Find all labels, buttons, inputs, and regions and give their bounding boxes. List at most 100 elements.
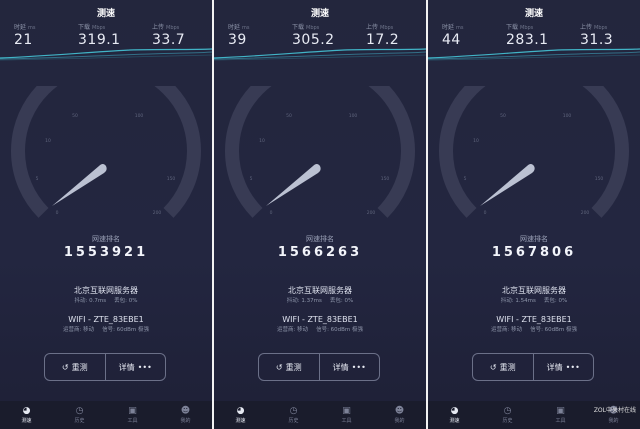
wifi-name: WIFI - ZTE_83EBE1: [496, 315, 572, 324]
gauge-tick: 150: [595, 176, 604, 182]
metric-label: 下载: [292, 24, 305, 31]
tab-label: 测速: [449, 418, 460, 424]
tab-label: 我的: [180, 418, 191, 424]
server-stats: 抖动: 0.7ms 丢包: 0%: [0, 296, 212, 304]
gauge-tick: 50: [72, 113, 78, 119]
packet-loss-value: 丢包: 0%: [114, 298, 138, 304]
tab-label: 我的: [608, 418, 619, 424]
gauge-tick: 50: [500, 113, 506, 119]
operator-value: 运营商: 移动: [490, 327, 523, 333]
refresh-icon: ↺: [275, 362, 283, 372]
jitter-value: 抖动: 0.7ms: [74, 298, 107, 304]
speed-gauge: 0 5 10 50 100 150 200: [11, 86, 201, 218]
metric-label: 下载: [78, 24, 91, 31]
operator-value: 运营商: 移动: [276, 327, 309, 333]
gauge-tick: 150: [381, 176, 390, 182]
retest-button[interactable]: ↺ 重测: [473, 354, 533, 380]
details-button[interactable]: 详情 •••: [318, 354, 380, 380]
gauge-tick: 5: [464, 176, 467, 182]
tab-history[interactable]: ◷ 历史: [53, 401, 106, 429]
signal-value: 信号: 60dBm 极强: [102, 327, 150, 333]
tab-label: 测速: [21, 418, 32, 424]
speed-gauge: 0 5 10 50 100 150 200: [225, 86, 415, 218]
tab-speedtest[interactable]: ◕ 测速: [428, 401, 481, 429]
metric-label: 上传: [152, 24, 165, 31]
gauge-tick: 150: [167, 176, 176, 182]
bottom-tab-bar: ◕ 测速 ◷ 历史 ▣ 工具 ☻ 我的: [0, 401, 212, 429]
metric-unit: Mbps: [520, 25, 534, 31]
clock-icon: ◷: [503, 406, 512, 416]
gauge-tick: 0: [270, 210, 273, 216]
tab-history[interactable]: ◷ 历史: [481, 401, 534, 429]
wifi-name: WIFI - ZTE_83EBE1: [282, 315, 358, 324]
action-buttons: ↺ 重测 详情 •••: [472, 353, 594, 381]
toolbox-icon: ▣: [128, 406, 137, 416]
speed-waveform: [0, 48, 212, 61]
tab-label: 测速: [235, 418, 246, 424]
retest-button[interactable]: ↺ 重测: [45, 354, 105, 380]
details-button[interactable]: 详情 •••: [532, 354, 594, 380]
rank-value: 1567806: [491, 245, 577, 260]
more-dots-icon: •••: [351, 362, 366, 372]
retest-button[interactable]: ↺ 重测: [259, 354, 319, 380]
gauge-tick: 0: [56, 210, 59, 216]
speedometer-icon: ◕: [236, 406, 245, 416]
refresh-icon: ↺: [61, 362, 69, 372]
watermark: ZOL中关村在线: [593, 407, 636, 414]
page-title: 测速: [524, 9, 543, 19]
metric-unit: Mbps: [306, 25, 320, 31]
metric-unit: ms: [242, 25, 250, 31]
action-buttons: ↺ 重测 详情 •••: [258, 353, 380, 381]
more-dots-icon: •••: [565, 362, 580, 372]
metric-unit: Mbps: [92, 25, 106, 31]
action-buttons: ↺ 重测 详情 •••: [44, 353, 166, 381]
packet-loss-value: 丢包: 0%: [543, 298, 568, 304]
tab-label: 历史: [502, 418, 513, 424]
speedtest-screen: 测速 时延 ms 39 下载 Mbps 305.2 上传 Mbps 17.2 0 5 …: [214, 0, 426, 429]
gauge-tick: 200: [367, 210, 376, 216]
gauge-tick: 100: [135, 113, 144, 119]
metric-label: 时延: [442, 24, 455, 31]
tab-label: 工具: [127, 418, 138, 424]
toolbox-icon: ▣: [342, 406, 351, 416]
gauge-tick: 10: [45, 138, 51, 144]
speedtest-screen: 测速 时延 ms 21 下载 Mbps 319.1 上传 Mbps 33.7 0 5 …: [0, 0, 212, 429]
comparison-collage: 测速 时延 ms 21 下载 Mbps 319.1 上传 Mbps 33.7 0 5 …: [0, 0, 640, 429]
tab-tools[interactable]: ▣ 工具: [534, 401, 587, 429]
gauge-tick: 5: [36, 176, 39, 182]
tab-label: 历史: [74, 418, 85, 424]
server-name: 北京互联网服务器: [502, 286, 566, 295]
wifi-name: WIFI - ZTE_83EBE1: [68, 315, 144, 324]
gauge-tick: 200: [153, 210, 162, 216]
tab-profile[interactable]: ☻ 我的: [159, 401, 212, 429]
gauge-needle: [52, 164, 107, 206]
signal-value: 信号: 60dBm 极强: [316, 327, 364, 333]
rank-value: 1553921: [63, 245, 149, 260]
tab-label: 工具: [341, 418, 352, 424]
tab-speedtest[interactable]: ◕ 测速: [214, 401, 267, 429]
server-name: 北京互联网服务器: [288, 286, 352, 295]
tab-tools[interactable]: ▣ 工具: [320, 401, 373, 429]
tab-speedtest[interactable]: ◕ 测速: [0, 401, 53, 429]
signal-value: 信号: 60dBm 极强: [530, 327, 578, 333]
network-stats: 运营商: 移动 信号: 60dBm 极强: [428, 325, 640, 333]
rank-value: 1566263: [277, 245, 363, 260]
speed-waveform: [214, 48, 426, 61]
metric-unit: Mbps: [594, 25, 608, 31]
details-button[interactable]: 详情 •••: [104, 354, 166, 380]
gauge-tick: 5: [250, 176, 253, 182]
retest-label: 重测: [499, 362, 516, 372]
user-icon: ☻: [394, 406, 405, 416]
gauge-needle: [480, 164, 535, 206]
metric-unit: Mbps: [166, 25, 180, 31]
tab-profile[interactable]: ☻ 我的: [373, 401, 426, 429]
metric-label: 上传: [580, 24, 593, 31]
toolbox-icon: ▣: [556, 406, 565, 416]
user-icon: ☻: [180, 406, 191, 416]
tab-history[interactable]: ◷ 历史: [267, 401, 320, 429]
metric-label: 时延: [228, 24, 241, 31]
retest-label: 重测: [285, 362, 302, 372]
gauge-tick: 10: [473, 138, 479, 144]
tab-tools[interactable]: ▣ 工具: [106, 401, 159, 429]
speed-gauge: 0 5 10 50 100 150 200: [439, 86, 629, 218]
